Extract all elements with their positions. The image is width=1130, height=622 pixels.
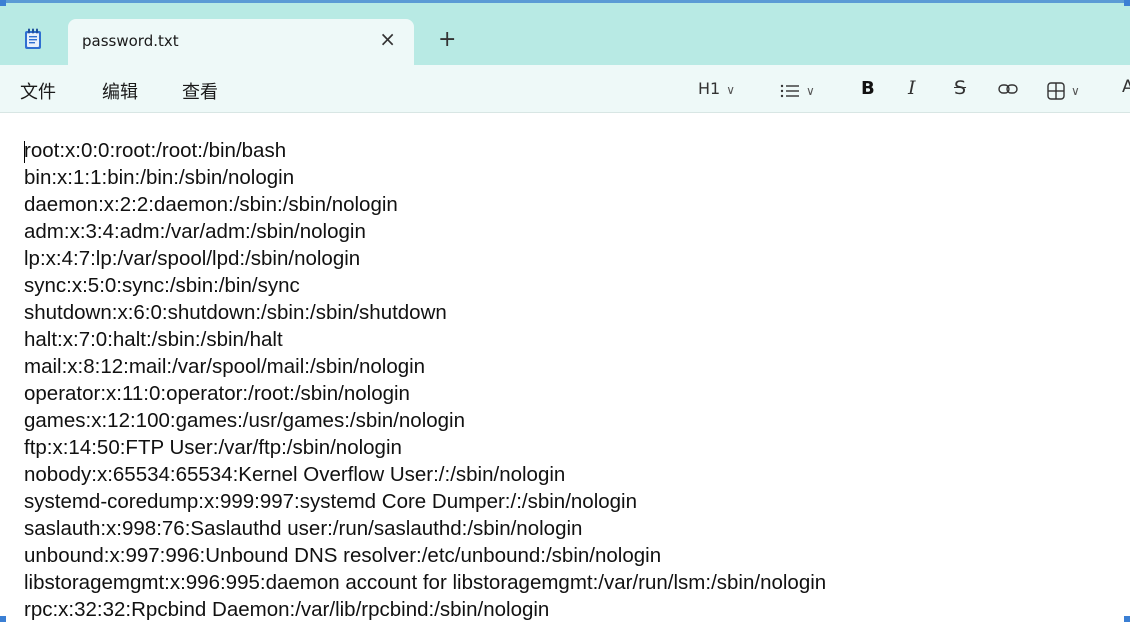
editor-line: mail:x:8:12:mail:/var/spool/mail:/sbin/n… (24, 355, 426, 378)
overflow-button[interactable]: A (1122, 77, 1130, 97)
editor-line: bin:x:1:1:bin:/bin:/sbin/nologin (24, 166, 295, 189)
table-dropdown[interactable]: ∨ (1047, 80, 1080, 100)
editor-line: unbound:x:997:996:Unbound DNS resolver:/… (24, 544, 662, 567)
editor-line: operator:x:11:0:operator:/root:/sbin/nol… (24, 382, 410, 405)
chevron-down-icon: ∨ (726, 83, 736, 97)
window-corner (0, 616, 6, 622)
heading-dropdown[interactable]: H1 ∨ (698, 79, 735, 98)
menu-bar: 文件 编辑 查看 H1 ∨ ∨ B I S ∨ A (0, 65, 1130, 113)
window-corner (0, 0, 6, 6)
link-button[interactable] (998, 81, 1018, 100)
tab-title: password.txt (82, 32, 179, 50)
window-corner (1124, 0, 1130, 6)
editor-line: lp:x:4:7:lp:/var/spool/lpd:/sbin/nologin (24, 247, 361, 270)
chevron-down-icon: ∨ (806, 84, 815, 98)
editor-line: halt:x:7:0:halt:/sbin:/sbin/halt (24, 328, 283, 351)
close-tab-icon[interactable]: × (379, 27, 396, 51)
editor-line: root:x:0:0:root:/root:/bin/bash (24, 139, 287, 162)
table-icon (1047, 81, 1065, 100)
new-tab-button[interactable]: + (438, 29, 456, 51)
editor-line: adm:x:3:4:adm:/var/adm:/sbin/nologin (24, 220, 366, 243)
list-dropdown[interactable]: ∨ (780, 80, 815, 99)
strikethrough-button[interactable]: S (954, 77, 966, 99)
editor-line: libstoragemgmt:x:996:995:daemon account … (24, 571, 827, 594)
editor-line: shutdown:x:6:0:shutdown:/sbin:/sbin/shut… (24, 301, 447, 324)
heading-label: H1 (698, 79, 721, 98)
window-corner (1124, 616, 1130, 622)
menu-file[interactable]: 文件 (20, 78, 56, 104)
text-editor[interactable]: root:x:0:0:root:/root:/bin/bash bin:x:1:… (0, 113, 1130, 622)
italic-button[interactable]: I (908, 77, 916, 99)
editor-line: saslauth:x:998:76:Saslauthd user:/run/sa… (24, 517, 583, 540)
bold-button[interactable]: B (861, 78, 875, 99)
link-icon (998, 84, 1018, 94)
editor-line: daemon:x:2:2:daemon:/sbin:/sbin/nologin (24, 193, 398, 216)
list-icon (780, 84, 799, 97)
editor-line: nobody:x:65534:65534:Kernel Overflow Use… (24, 463, 566, 486)
menu-edit[interactable]: 编辑 (102, 78, 138, 104)
editor-line: ftp:x:14:50:FTP User:/var/ftp:/sbin/nolo… (24, 436, 402, 459)
notepad-icon (25, 28, 41, 49)
tab-password-txt[interactable]: password.txt × (68, 19, 414, 65)
editor-line: games:x:12:100:games:/usr/games:/sbin/no… (24, 409, 466, 432)
tab-bar: password.txt × + (0, 3, 1130, 65)
editor-lines: root:x:0:0:root:/root:/bin/bash bin:x:1:… (24, 137, 826, 622)
menu-view[interactable]: 查看 (182, 78, 218, 104)
editor-line: rpc:x:32:32:Rpcbind Daemon:/var/lib/rpcb… (24, 598, 550, 621)
editor-line: systemd-coredump:x:999:997:systemd Core … (24, 490, 638, 513)
editor-line: sync:x:5:0:sync:/sbin:/bin/sync (24, 274, 300, 297)
chevron-down-icon: ∨ (1071, 84, 1080, 98)
